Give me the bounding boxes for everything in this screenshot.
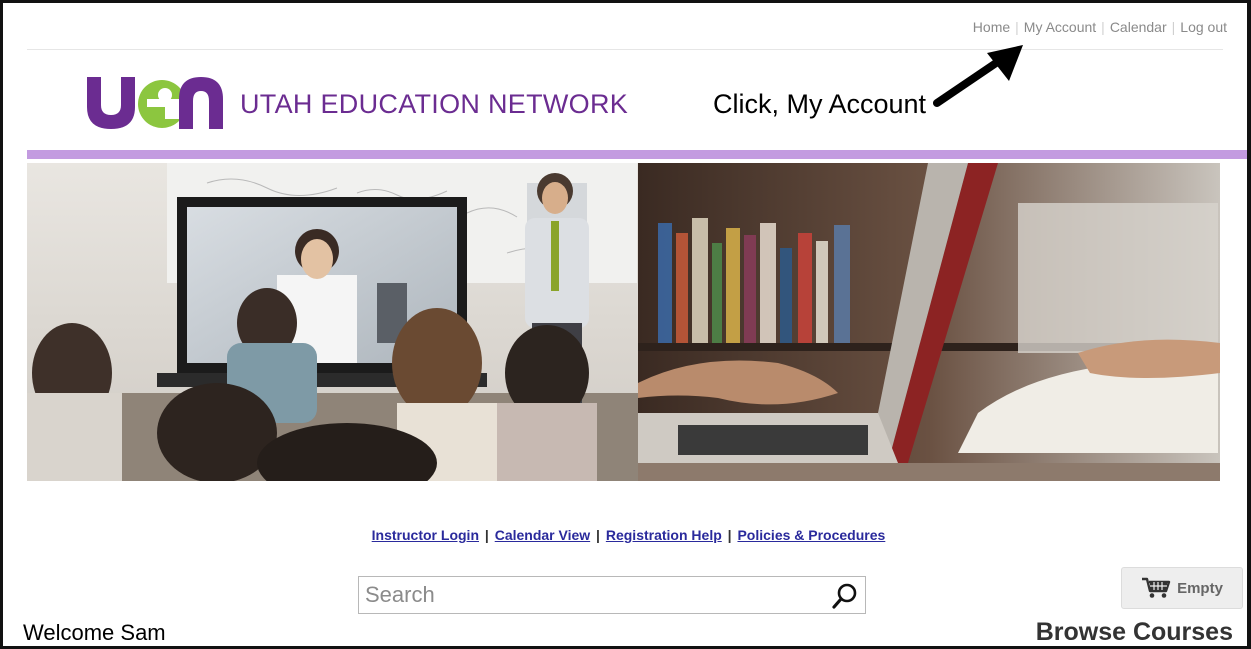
nav-home-link[interactable]: Home xyxy=(973,19,1010,35)
page-frame: Home | My Account | Calendar | Log out U… xyxy=(0,0,1251,649)
nav-logout-link[interactable]: Log out xyxy=(1180,19,1227,35)
instructor-login-link[interactable]: Instructor Login xyxy=(372,527,479,543)
hero-banner-image xyxy=(27,163,1220,481)
nav-separator: | xyxy=(1101,19,1105,35)
cart-status-label: Empty xyxy=(1177,579,1223,597)
nav-separator: | xyxy=(1015,19,1019,35)
header-divider xyxy=(27,49,1223,50)
magnifier-icon[interactable] xyxy=(831,582,859,610)
purple-header-bar xyxy=(27,150,1247,159)
welcome-message: Welcome Sam xyxy=(23,620,166,645)
link-separator: | xyxy=(484,527,489,543)
top-nav: Home | My Account | Calendar | Log out xyxy=(973,19,1227,35)
nav-calendar-link[interactable]: Calendar xyxy=(1110,19,1167,35)
brand-title: UTAH EDUCATION NETWORK xyxy=(240,89,629,119)
annotation-text: Click, My Account xyxy=(713,89,927,119)
link-separator: | xyxy=(727,527,732,543)
annotation-arrow-icon xyxy=(933,45,1023,107)
cart-button[interactable]: Empty xyxy=(1121,567,1243,609)
registration-help-link[interactable]: Registration Help xyxy=(606,527,722,543)
quick-links: Instructor Login | Calendar View | Regis… xyxy=(3,527,1247,543)
nav-my-account-link[interactable]: My Account xyxy=(1024,19,1096,35)
calendar-view-link[interactable]: Calendar View xyxy=(495,527,590,543)
shopping-cart-icon xyxy=(1142,577,1171,598)
uen-logo[interactable] xyxy=(83,71,223,131)
laptop-library-photo xyxy=(638,163,1220,481)
classroom-photo xyxy=(27,163,639,481)
policies-procedures-link[interactable]: Policies & Procedures xyxy=(737,527,885,543)
browse-courses-heading: Browse Courses xyxy=(1035,618,1233,646)
search-box xyxy=(358,576,866,614)
search-input[interactable] xyxy=(365,579,825,611)
nav-separator: | xyxy=(1171,19,1176,35)
link-separator: | xyxy=(596,527,600,543)
